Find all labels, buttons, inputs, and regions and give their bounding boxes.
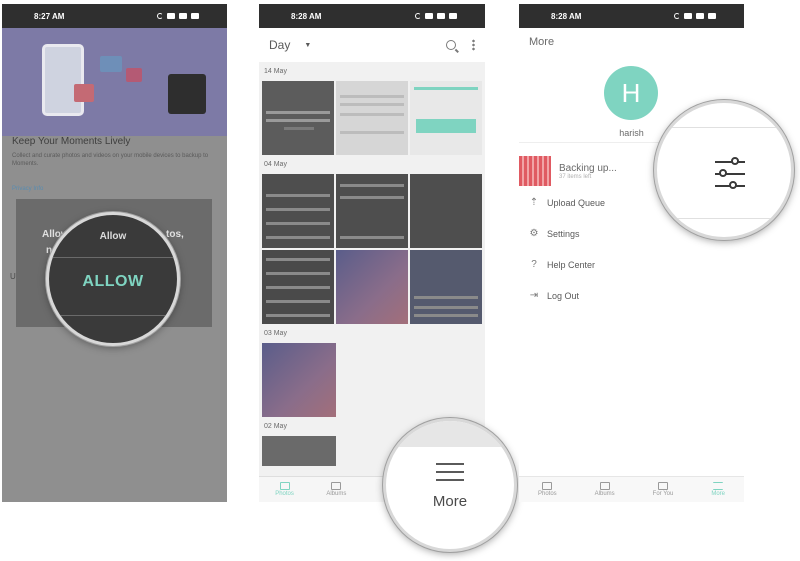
menu-label: Help Center	[547, 260, 596, 270]
upload-icon: ⇡	[529, 197, 539, 208]
menu-upload-queue[interactable]: ⇡ Upload Queue	[529, 197, 606, 209]
menu-icon	[436, 463, 464, 465]
nav-more[interactable]: More	[711, 482, 725, 497]
album-icon	[331, 482, 342, 490]
privacy-link[interactable]: Privacy Info	[12, 186, 43, 192]
more-magnifier: More	[383, 418, 517, 552]
status-icons	[157, 13, 199, 19]
for-you-icon	[658, 482, 668, 490]
backup-subtitle: 37 items left	[559, 173, 592, 180]
photo-card-illustration	[74, 84, 94, 102]
photo-thumbnail[interactable]	[336, 174, 408, 248]
menu-label: Upload Queue	[547, 198, 606, 208]
gear-icon: ⚙	[529, 228, 539, 239]
photo-thumbnail[interactable]	[262, 343, 336, 417]
help-icon: ?	[531, 259, 537, 270]
menu-settings[interactable]: ⚙ Settings	[529, 228, 580, 240]
search-icon[interactable]	[446, 40, 456, 50]
album-icon	[599, 482, 610, 490]
photos-toolbar: Day ▼	[259, 28, 485, 62]
photo-grid	[259, 174, 485, 248]
menu-label: Settings	[547, 229, 580, 239]
nav-photos[interactable]: Photos	[275, 482, 294, 497]
view-mode-label: Day	[269, 38, 291, 52]
phone-more-screen: 8:28 AM More H harish Backing up... 37 i…	[519, 4, 744, 502]
allow-button[interactable]: ALLOW	[49, 273, 177, 291]
nav-albums[interactable]: Albums	[595, 482, 615, 497]
menu-icon-line	[436, 471, 464, 473]
photo-thumbnail[interactable]	[336, 81, 408, 155]
photo-thumbnail[interactable]	[262, 250, 334, 324]
photo-thumbnail[interactable]	[410, 81, 482, 155]
photo-thumbnail[interactable]	[262, 174, 334, 248]
view-mode-dropdown[interactable]: Day ▼	[269, 38, 311, 52]
menu-icon-line	[436, 479, 464, 481]
photo-grid	[259, 81, 485, 155]
nav-label: Photos	[537, 491, 557, 497]
photo-card-illustration	[126, 68, 142, 82]
grid-edge	[386, 421, 514, 447]
status-time: 8:28 AM	[291, 11, 322, 21]
date-header: 03 May	[264, 330, 287, 337]
underlying-label: U	[10, 272, 16, 281]
nav-label: For You	[652, 491, 674, 497]
menu-help-center[interactable]: ? Help Center	[529, 259, 596, 271]
settings-magnifier	[654, 100, 794, 240]
nav-albums[interactable]: Albums	[326, 482, 346, 497]
status-icons	[415, 13, 457, 19]
menu-icon	[713, 482, 724, 490]
date-header: 14 May	[264, 68, 287, 75]
backup-status[interactable]: Backing up... 37 items left	[519, 156, 617, 186]
image-icon	[279, 482, 290, 490]
nav-photos[interactable]: Photos	[538, 482, 557, 497]
image-icon	[542, 482, 553, 490]
status-icons	[674, 13, 716, 19]
backup-title: Backing up...	[559, 162, 617, 174]
photo-thumbnail[interactable]	[336, 250, 408, 324]
photo-thumbnail[interactable]	[262, 436, 336, 466]
photo-card-illustration	[100, 56, 122, 72]
overflow-menu-icon[interactable]	[472, 39, 475, 51]
chevron-down-icon: ▼	[304, 41, 312, 49]
photo-thumbnail[interactable]	[410, 250, 482, 324]
nav-label: Photos	[275, 491, 294, 497]
photo-thumbnail[interactable]	[410, 174, 482, 248]
allow-magnifier: Allow ALLOW	[46, 212, 180, 346]
magnified-dialog-text: Allow	[99, 231, 127, 242]
onboarding-title: Keep Your Moments Lively	[12, 136, 131, 147]
photo-thumbnail[interactable]	[262, 81, 334, 155]
status-time: 8:28 AM	[551, 11, 582, 21]
more-tab-label[interactable]: More	[386, 493, 514, 510]
page-title: More	[529, 36, 555, 48]
photo-grid	[259, 343, 485, 417]
nav-for-you[interactable]: For You	[652, 482, 674, 497]
avatar[interactable]: H	[604, 66, 658, 120]
menu-log-out[interactable]: ⇥ Log Out	[529, 290, 580, 302]
onboarding-illustration	[2, 28, 227, 136]
date-header: 04 May	[264, 161, 287, 168]
nav-label: Albums	[594, 491, 615, 497]
status-bar: 8:27 AM	[2, 4, 227, 28]
photo-grid	[259, 250, 485, 324]
backup-thumbnail	[519, 156, 551, 186]
divider	[49, 315, 177, 316]
status-bar: 8:28 AM	[259, 4, 485, 28]
onboarding-description: Collect and curate photos and videos on …	[12, 153, 209, 167]
bottom-nav: Photos Albums For You More	[519, 476, 744, 502]
phone-illustration	[42, 44, 84, 116]
menu-label: Log Out	[547, 291, 580, 301]
device-illustration	[168, 74, 206, 114]
divider	[49, 257, 177, 258]
logout-icon: ⇥	[529, 290, 539, 301]
nav-label: Albums	[326, 491, 347, 497]
status-bar: 8:28 AM	[519, 4, 744, 28]
nav-label: More	[711, 491, 725, 497]
status-time: 8:27 AM	[34, 11, 65, 21]
